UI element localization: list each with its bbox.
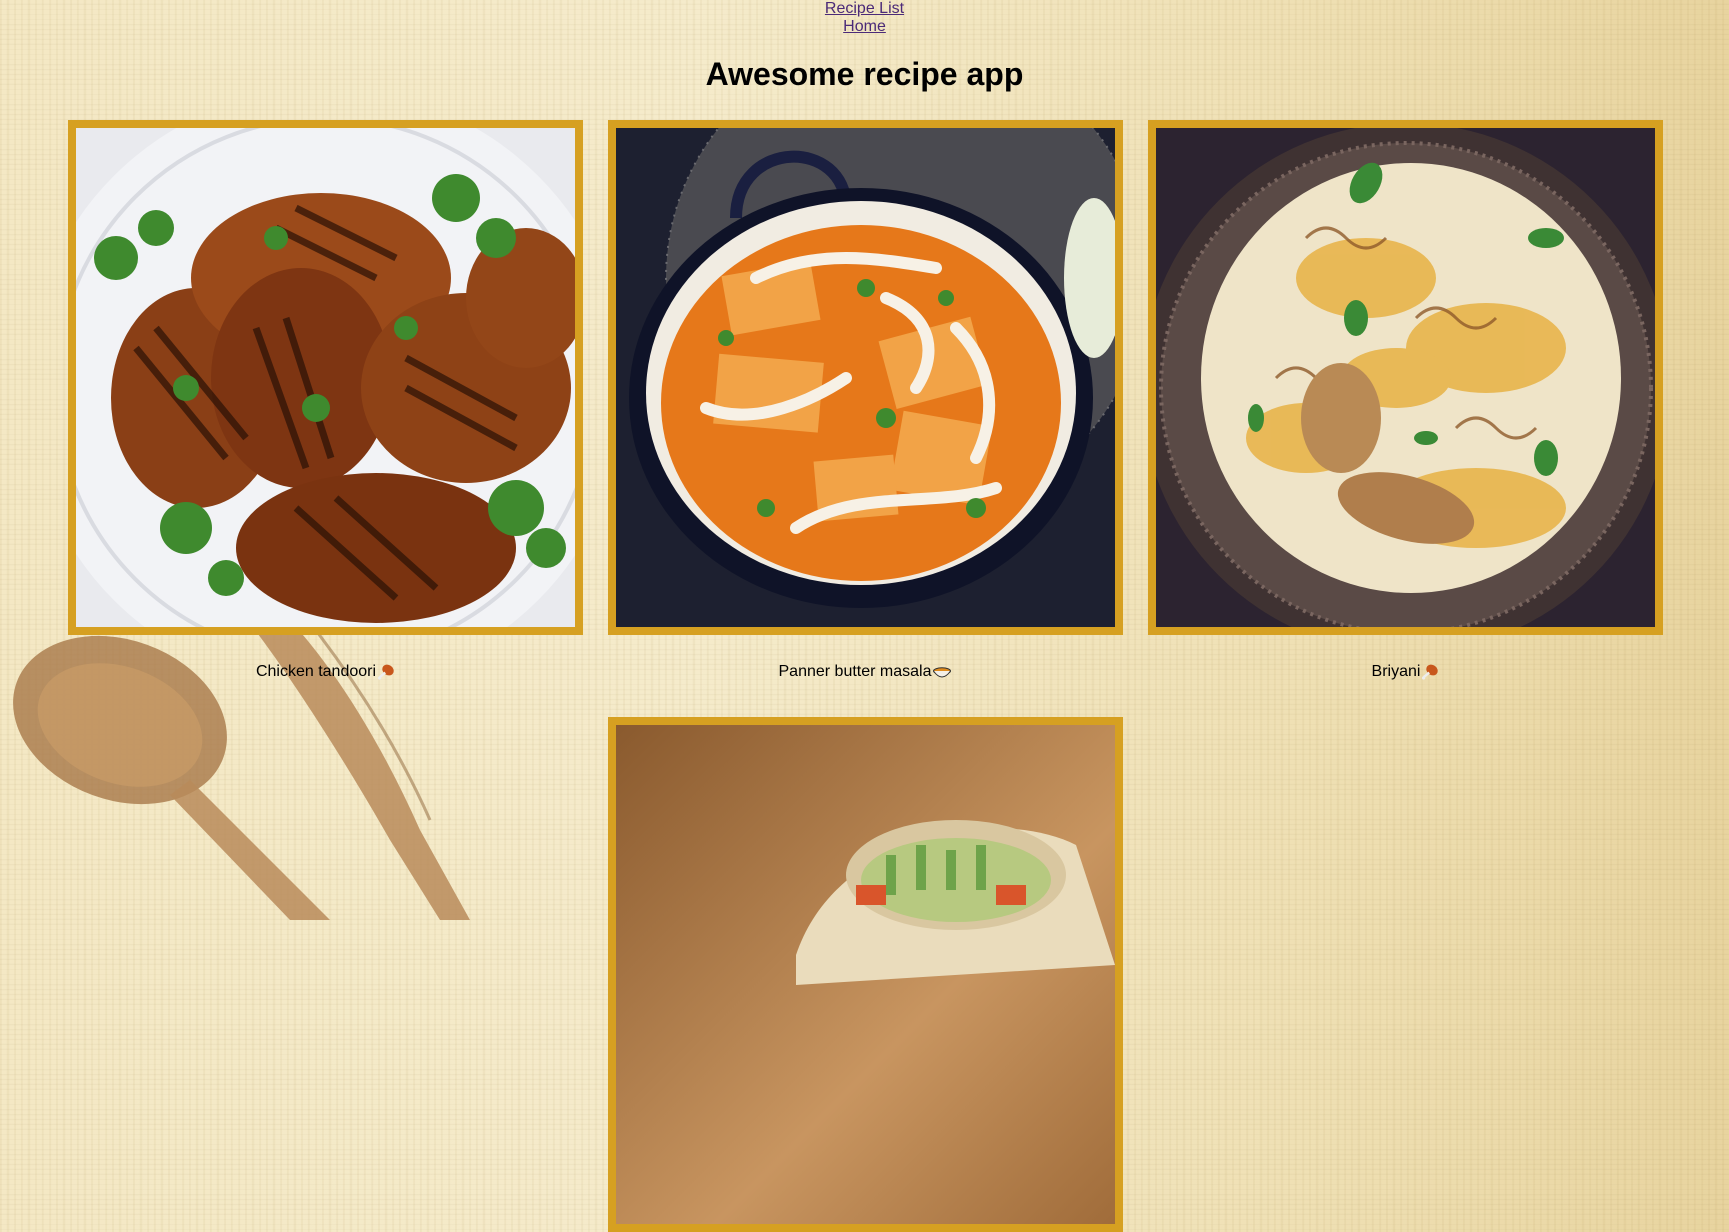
recipe-image-frame[interactable] bbox=[68, 120, 583, 635]
recipe-title: Panner butter masala bbox=[608, 663, 1123, 681]
top-nav: Recipe List Home bbox=[0, 0, 1729, 36]
recipe-image-frame[interactable] bbox=[1148, 120, 1663, 635]
chicken-tandoori-image bbox=[76, 128, 575, 627]
recipe-title: Briyani bbox=[1148, 663, 1663, 681]
drumstick-icon bbox=[1422, 664, 1439, 680]
paneer-butter-masala-image bbox=[616, 128, 1115, 627]
recipe-image-frame[interactable] bbox=[608, 120, 1123, 635]
briyani-image bbox=[1156, 128, 1655, 627]
curry-bowl-icon bbox=[933, 667, 952, 678]
drumstick-icon bbox=[378, 664, 394, 680]
nav-link-home[interactable]: Home bbox=[0, 18, 1729, 36]
recipe-card[interactable]: Chicken tandoori bbox=[68, 120, 583, 681]
recipe-title: Chicken tandoori bbox=[68, 663, 583, 681]
nav-link-recipe-list[interactable]: Recipe List bbox=[0, 0, 1729, 18]
recipe-card[interactable]: Panner butter masala bbox=[608, 120, 1123, 681]
recipe-card[interactable]: Briyani bbox=[1148, 120, 1663, 681]
wrap-image bbox=[616, 725, 1115, 1224]
page-title: Awesome recipe app bbox=[705, 56, 1024, 92]
recipe-card[interactable] bbox=[608, 717, 1123, 1232]
recipe-image-frame[interactable] bbox=[608, 717, 1123, 1232]
